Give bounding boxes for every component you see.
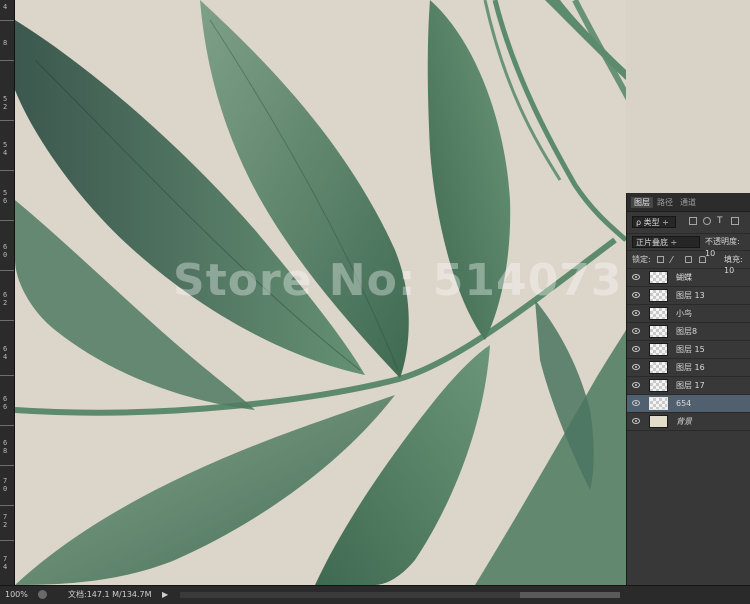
- layer-name: 图层 17: [676, 381, 705, 390]
- tab-channels[interactable]: 通道: [677, 197, 699, 208]
- layer-thumbnail: [649, 325, 668, 338]
- lock-position-icon[interactable]: [685, 256, 692, 263]
- blend-row: 正片叠底 ÷ 不透明度: 10: [627, 234, 750, 258]
- layer-thumbnail: [649, 307, 668, 320]
- vertical-ruler[interactable]: 4 8 5 2 5 4 5 6 6 0 6 2 6 4 6 6 6 8 7 0 …: [0, 0, 15, 585]
- layer-row-selected[interactable]: 654: [627, 395, 750, 413]
- layer-row[interactable]: 图层 13: [627, 287, 750, 305]
- layer-row[interactable]: 图层 16: [627, 359, 750, 377]
- layer-row[interactable]: 蝴蝶: [627, 269, 750, 287]
- type-filter-icon[interactable]: T: [717, 217, 725, 226]
- watermark-text: Store No: 5140732: [173, 255, 626, 306]
- ruler-label: 4: [3, 3, 8, 11]
- layer-name: 蝴蝶: [676, 273, 692, 282]
- layer-name: 小鸟: [676, 309, 692, 318]
- scrollbar-thumb[interactable]: [520, 592, 620, 598]
- status-menu-arrow-icon[interactable]: ▶: [162, 586, 168, 604]
- ruler-label: 5: [3, 189, 8, 197]
- ruler-label: 6: [3, 395, 8, 403]
- ruler-label: 6: [3, 345, 8, 353]
- layer-thumbnail: [649, 271, 668, 284]
- eye-icon[interactable]: [632, 346, 640, 352]
- layers-panel: 图层 路径 通道 ρ 类型 ÷ T 正片叠底 ÷ 不透明度: 10 锁定: 填充…: [626, 193, 750, 585]
- ruler-label: 4: [3, 563, 8, 571]
- layer-thumbnail: [649, 289, 668, 302]
- layer-name: 图层 13: [676, 291, 705, 300]
- ruler-label: 0: [3, 485, 8, 493]
- shape-filter-icon[interactable]: [731, 217, 739, 225]
- layer-row[interactable]: 图层 17: [627, 377, 750, 395]
- layer-name: 图层 15: [676, 345, 705, 354]
- tab-paths[interactable]: 路径: [654, 197, 676, 208]
- status-bar: 100% 文档:147.1 M/134.7M ▶: [0, 585, 750, 604]
- ruler-label: 5: [3, 141, 8, 149]
- document-size[interactable]: 文档:147.1 M/134.7M: [68, 586, 152, 604]
- eye-icon[interactable]: [632, 382, 640, 388]
- zoom-level[interactable]: 100%: [5, 586, 28, 604]
- ruler-label: 6: [3, 403, 8, 411]
- ruler-label: 5: [3, 95, 8, 103]
- blend-mode-select[interactable]: 正片叠底 ÷: [632, 236, 700, 248]
- lock-row: 锁定: 填充: 10: [627, 251, 750, 275]
- layer-thumbnail: [649, 343, 668, 356]
- ruler-label: 6: [3, 291, 8, 299]
- ruler-label: 2: [3, 521, 8, 529]
- ruler-label: 7: [3, 477, 8, 485]
- ruler-label: 6: [3, 243, 8, 251]
- ruler-label: 8: [3, 39, 8, 47]
- layer-thumbnail: [649, 379, 668, 392]
- layer-thumbnail: [649, 415, 668, 428]
- ruler-label: 2: [3, 103, 8, 111]
- layer-name: 654: [676, 399, 692, 408]
- eye-icon[interactable]: [632, 274, 640, 280]
- ruler-label: 4: [3, 353, 8, 361]
- ruler-label: 4: [3, 149, 8, 157]
- layer-thumbnail: [649, 397, 668, 410]
- layer-row-background[interactable]: 背景: [627, 413, 750, 431]
- layer-thumbnail: [649, 361, 668, 374]
- ruler-label: 7: [3, 513, 8, 521]
- eye-icon[interactable]: [632, 364, 640, 370]
- pixel-filter-icon[interactable]: [689, 217, 697, 225]
- adjustment-filter-icon[interactable]: [703, 217, 711, 225]
- layer-row[interactable]: 小鸟: [627, 305, 750, 323]
- layer-name: 图层8: [676, 327, 698, 336]
- ruler-label: 8: [3, 447, 8, 455]
- eye-icon[interactable]: [632, 418, 640, 424]
- ruler-label: 7: [3, 555, 8, 563]
- document-canvas[interactable]: Store No: 5140732: [15, 0, 626, 585]
- ruler-label: 6: [3, 197, 8, 205]
- ruler-label: 2: [3, 299, 8, 307]
- zoom-icon[interactable]: [38, 590, 47, 599]
- eye-icon[interactable]: [632, 292, 640, 298]
- ruler-label: 6: [3, 439, 8, 447]
- lock-all-icon[interactable]: [699, 256, 706, 263]
- layer-kind-filter[interactable]: ρ 类型 ÷: [632, 216, 676, 228]
- lock-transparent-icon[interactable]: [657, 256, 664, 263]
- lock-label: 锁定:: [632, 255, 651, 264]
- layer-filter-row: ρ 类型 ÷ T: [627, 212, 750, 234]
- panel-tab-bar: 图层 路径 通道: [627, 193, 750, 212]
- layer-name: 图层 16: [676, 363, 705, 372]
- eye-icon[interactable]: [632, 400, 640, 406]
- ruler-label: 0: [3, 251, 8, 259]
- layer-name: 背景: [676, 417, 692, 426]
- layer-row[interactable]: 图层 15: [627, 341, 750, 359]
- lock-image-icon[interactable]: [668, 256, 681, 263]
- eye-icon[interactable]: [632, 328, 640, 334]
- layer-list: 蝴蝶 图层 13 小鸟 图层8 图层 15 图层 16 图层 17 654 背景: [627, 269, 750, 431]
- horizontal-scrollbar[interactable]: [180, 592, 540, 598]
- tab-layers[interactable]: 图层: [631, 197, 653, 208]
- eye-icon[interactable]: [632, 310, 640, 316]
- layer-row[interactable]: 图层8: [627, 323, 750, 341]
